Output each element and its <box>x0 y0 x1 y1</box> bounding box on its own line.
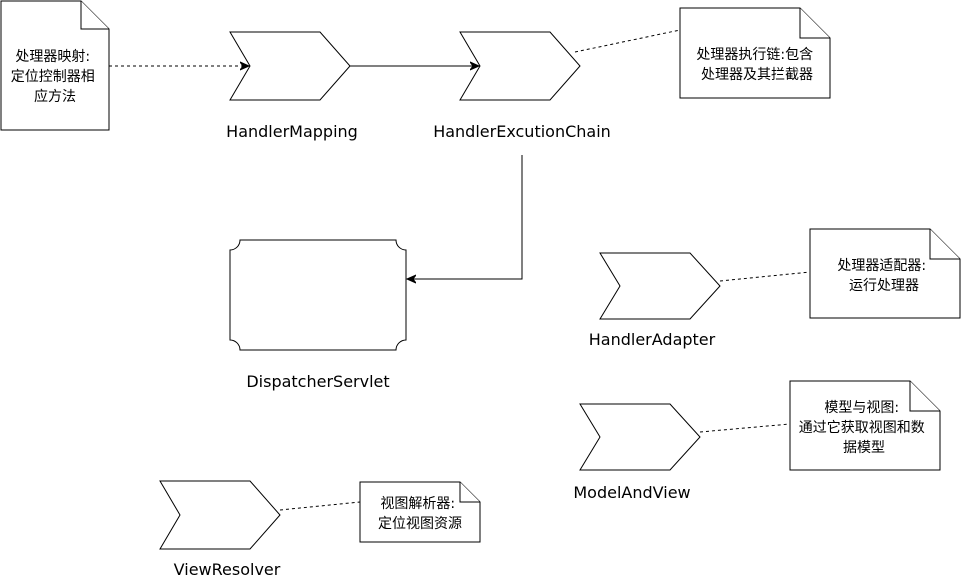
note-line: 模型与视图: <box>824 400 899 416</box>
note-model-and-view[interactable]: 模型与视图: 通过它获取视图和数 据模型 <box>789 380 941 471</box>
note-line: 运行处理器 <box>849 278 919 294</box>
edge-model-and-view-to-note <box>699 423 791 433</box>
note-handler-adapter[interactable]: 处理器适配器: 运行处理器 <box>809 228 961 319</box>
note-line: 定位视图资源 <box>378 516 462 532</box>
node-handler-mapping-label: HandlerMapping <box>226 122 358 141</box>
node-handler-adapter-label: HandlerAdapter <box>589 330 716 349</box>
note-line: 处理器执行链:包含 <box>696 47 813 63</box>
node-model-and-view-label: ModelAndView <box>573 483 690 502</box>
note-handler-mapping[interactable]: 处理器映射: 定位控制器相 应方法 <box>0 0 110 131</box>
diagram-canvas: 处理器映射: 定位控制器相 应方法 处理器执行链:包含 处理器及其拦截器 处理器… <box>0 0 961 579</box>
edge-view-resolver-to-note <box>279 501 361 511</box>
node-dispatcher-servlet[interactable] <box>229 239 407 351</box>
note-handler-exec-chain[interactable]: 处理器执行链:包含 处理器及其拦截器 <box>679 7 831 99</box>
note-line: 应方法 <box>34 88 76 105</box>
note-line: 处理器及其拦截器 <box>701 67 813 83</box>
edge-exec-chain-to-dispatcher <box>407 155 523 279</box>
edge-adapter-to-note <box>719 271 811 282</box>
node-model-and-view[interactable] <box>579 403 701 471</box>
edge-exec-chain-to-note <box>574 29 681 53</box>
node-view-resolver[interactable] <box>159 480 281 550</box>
note-line: 定位控制器相 <box>11 69 95 85</box>
node-handler-exec-chain-label: HandlerExcutionChain <box>433 122 611 141</box>
note-line: 处理器映射: <box>15 49 90 65</box>
node-handler-adapter[interactable] <box>599 252 721 320</box>
node-dispatcher-servlet-label: DispatcherServlet <box>246 372 389 391</box>
note-view-resolver[interactable]: 视图解析器: 定位视图资源 <box>359 481 481 543</box>
note-line: 处理器适配器: <box>837 258 926 274</box>
note-line: 视图解析器: <box>380 496 455 512</box>
note-line: 通过它获取视图和数 <box>799 419 925 436</box>
note-line: 据模型 <box>843 440 885 456</box>
node-view-resolver-label: ViewResolver <box>174 560 281 579</box>
